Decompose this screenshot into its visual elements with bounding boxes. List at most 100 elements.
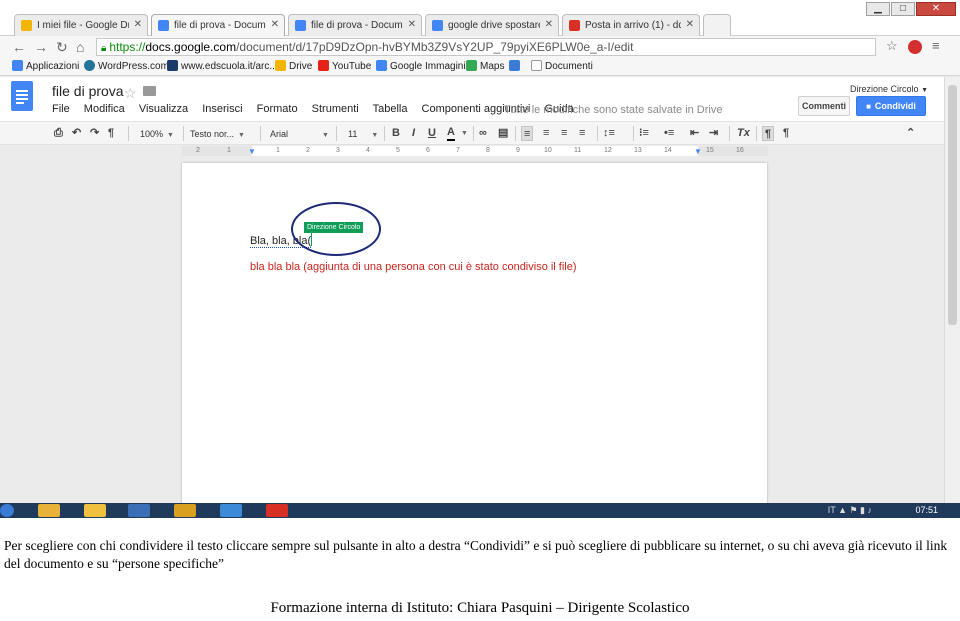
close-window-button[interactable]: ✕	[916, 2, 956, 16]
link-icon[interactable]: ∞	[479, 126, 487, 141]
bookmark-unnamed[interactable]	[509, 60, 523, 72]
tab-docs-active[interactable]: file di prova - Documenti ✕	[151, 14, 285, 37]
word-icon[interactable]	[128, 504, 150, 517]
tab-docs[interactable]: file di prova - Documenti ✕	[288, 14, 422, 36]
paint-icon[interactable]	[266, 504, 288, 517]
ruler[interactable]: 2 1 ▼ 1 2 3 4 5 6 7 8 9 10 11 12 13 14 ▼…	[182, 146, 768, 156]
star-icon[interactable]: ☆	[124, 85, 137, 102]
folder-icon[interactable]	[174, 504, 196, 517]
ruler-number: 4	[366, 147, 370, 154]
font-select[interactable]: Arial ▼	[266, 126, 332, 141]
body-line-2[interactable]: bla bla bla (aggiunta di una persona con…	[250, 261, 577, 273]
extension-icon[interactable]	[908, 40, 922, 54]
menu-icon[interactable]: ≡	[932, 38, 940, 53]
ruler-number: 1	[276, 147, 280, 154]
slide-caption: Per scegliere con chi condividere il tes…	[4, 538, 948, 571]
taskbar-clock[interactable]: 07:51	[915, 505, 938, 515]
collapse-menu-icon[interactable]: ⌃	[906, 126, 915, 141]
undo-icon[interactable]: ↶	[72, 126, 81, 141]
explorer-icon[interactable]	[38, 504, 60, 517]
save-status[interactable]: Tutte le modifiche sono state salvate in…	[504, 104, 722, 116]
ruler-number: 1	[227, 147, 231, 154]
decrease-indent-icon[interactable]: ⇤	[690, 126, 699, 141]
new-tab-button[interactable]	[703, 14, 731, 36]
menu-modifica[interactable]: Modifica	[84, 103, 125, 115]
vertical-scrollbar[interactable]	[944, 77, 960, 518]
chevron-down-icon: ▼	[167, 132, 174, 139]
back-arrow-icon[interactable]: ←	[12, 39, 26, 55]
underline-icon[interactable]: U	[428, 126, 436, 141]
italic-icon[interactable]: I	[412, 126, 415, 141]
document-title[interactable]: file di prova	[52, 83, 124, 99]
comment-icon[interactable]: ▤	[498, 126, 508, 141]
share-button[interactable]: ■ Condividi	[856, 96, 926, 116]
close-tab-icon[interactable]: ✕	[545, 19, 553, 30]
reload-icon[interactable]: ↻	[56, 39, 68, 55]
align-center-icon[interactable]: ≡	[543, 126, 549, 141]
align-right-icon[interactable]: ≡	[561, 126, 567, 141]
paint-format-icon[interactable]: ¶	[108, 126, 114, 141]
chevron-down-icon[interactable]: ▼	[461, 126, 468, 141]
tab-drive[interactable]: I miei file - Google Drive ✕	[14, 14, 148, 36]
close-tab-icon[interactable]: ✕	[271, 19, 279, 30]
chrome-icon[interactable]	[220, 504, 242, 517]
redo-icon[interactable]: ↷	[90, 126, 99, 141]
justify-icon[interactable]: ≡	[579, 126, 585, 141]
account-name[interactable]: Direzione Circolo ▼	[850, 84, 928, 94]
right-indent-marker-icon[interactable]: ▼	[694, 147, 702, 156]
ltr-icon[interactable]: ¶	[762, 126, 775, 141]
bookmark-star-icon[interactable]: ☆	[886, 38, 898, 54]
font-size-select[interactable]: 11 ▼	[344, 126, 382, 141]
tab-gmail[interactable]: Posta in arrivo (1) - dd4fo ✕	[562, 14, 700, 36]
close-tab-icon[interactable]: ✕	[408, 19, 416, 30]
youtube-icon	[318, 60, 329, 71]
scrollbar-thumb[interactable]	[948, 85, 957, 325]
maximize-button[interactable]: □	[891, 2, 915, 16]
bookmark-wordpress[interactable]: WordPress.com	[84, 60, 169, 72]
menu-visualizza[interactable]: Visualizza	[139, 103, 188, 115]
bookmark-edscuola[interactable]: www.edscuola.it/arc...	[167, 60, 278, 72]
start-button-icon[interactable]	[0, 504, 14, 517]
media-icon[interactable]	[84, 504, 106, 517]
print-icon[interactable]: ⎙	[54, 126, 63, 141]
line-spacing-icon[interactable]: ↕≡	[603, 126, 615, 141]
docs-icon	[158, 20, 169, 31]
bold-icon[interactable]: B	[392, 126, 400, 141]
tab-title: Posta in arrivo (1) - dd4fo	[585, 20, 681, 31]
bookmark-youtube[interactable]: YouTube	[318, 60, 371, 72]
increase-indent-icon[interactable]: ⇥	[709, 126, 718, 141]
zoom-select[interactable]: 100% ▼	[136, 126, 180, 141]
close-tab-icon[interactable]: ✕	[686, 19, 694, 30]
bookmark-maps[interactable]: Maps	[466, 60, 504, 72]
tab-google-search[interactable]: google drive spostare file ✕	[425, 14, 559, 36]
rtl-icon[interactable]: ¶	[783, 126, 789, 141]
folder-icon[interactable]	[143, 86, 156, 96]
bookmark-drive[interactable]: Drive	[275, 60, 312, 72]
minimize-button[interactable]: ▁	[866, 2, 890, 16]
paragraph-style-select[interactable]: Testo nor... ▼	[186, 126, 256, 141]
indent-marker-icon[interactable]: ▼	[248, 147, 256, 156]
numbered-list-icon[interactable]: ⁝≡	[639, 126, 649, 141]
close-tab-icon[interactable]: ✕	[134, 19, 142, 30]
docs-logo-icon[interactable]	[11, 81, 33, 111]
menu-inserisci[interactable]: Inserisci	[202, 103, 242, 115]
document-page[interactable]: Bla, bla, bla( Direzione Circolo bla bla…	[182, 163, 767, 518]
url-bar[interactable]: 🔒︎ https://docs.google.com/document/d/17p…	[96, 38, 876, 56]
menu-file[interactable]: File	[52, 103, 70, 115]
system-tray[interactable]: IT ▲ ⚑ ▮ ♪	[828, 505, 872, 516]
bookmark-google-images[interactable]: Google Immagini	[376, 60, 466, 72]
docs-icon	[295, 20, 306, 31]
bookmark-label: Applicazioni	[26, 61, 80, 72]
comments-button[interactable]: Commenti	[798, 96, 850, 116]
menu-strumenti[interactable]: Strumenti	[312, 103, 359, 115]
menu-formato[interactable]: Formato	[257, 103, 298, 115]
clear-formatting-icon[interactable]: Tx	[737, 126, 750, 141]
text-color-icon[interactable]: A	[447, 126, 455, 141]
menu-tabella[interactable]: Tabella	[373, 103, 408, 115]
bookmark-folder-documenti[interactable]: Documenti	[531, 60, 593, 72]
align-left-icon[interactable]: ≡	[521, 126, 534, 141]
bulleted-list-icon[interactable]: •≡	[664, 126, 674, 141]
forward-arrow-icon[interactable]: →	[34, 39, 48, 55]
bookmark-apps[interactable]: Applicazioni	[12, 60, 79, 72]
home-icon[interactable]: ⌂	[76, 39, 84, 55]
